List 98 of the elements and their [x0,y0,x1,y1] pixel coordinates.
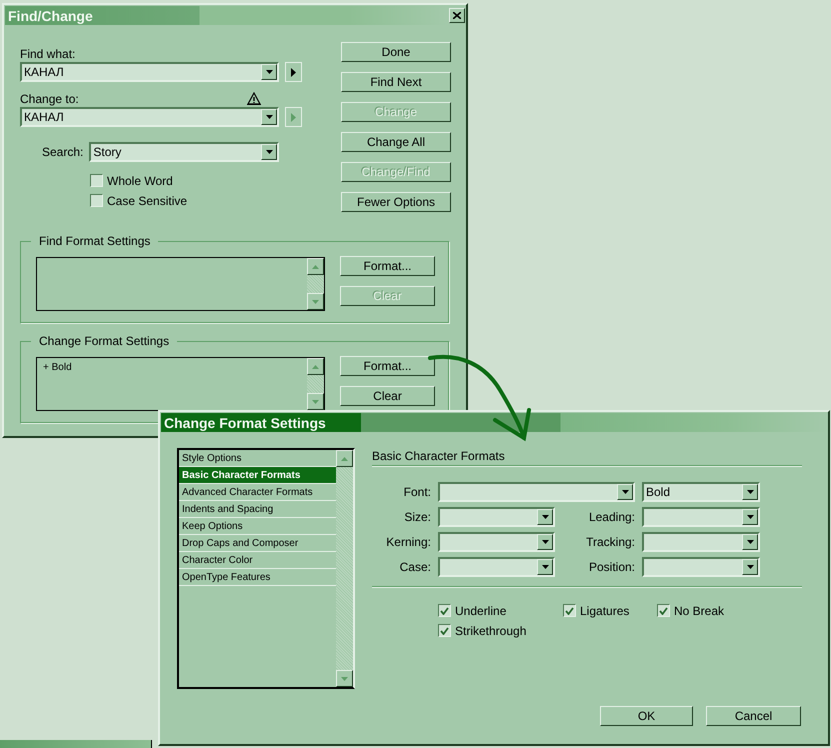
check-icon [659,606,668,614]
right-arrow-icon [291,68,296,76]
down-arrow-icon [542,565,548,569]
checkbox[interactable] [563,604,576,617]
checkbox-label: Strikethrough [455,624,526,636]
down-arrow-icon [312,400,319,404]
value-dropdown[interactable] [642,507,760,527]
field-label: Change to: [20,93,79,105]
dropdown-button[interactable] [537,509,553,525]
dropdown-button[interactable] [261,64,277,80]
checkbox[interactable] [90,174,103,187]
check-icon [440,626,449,634]
checkbox-label: Ligatures [580,604,630,616]
value-dropdown[interactable] [642,557,760,577]
down-arrow-icon [341,676,348,680]
text-field[interactable]: КАНАЛ [20,107,279,127]
checkbox-label: Underline [455,604,506,616]
scroll-up-button[interactable] [336,450,353,467]
up-arrow-icon [312,364,319,368]
value-dropdown[interactable] [438,532,555,552]
dropdown-button[interactable] [742,484,758,500]
field-label: Size: [403,511,431,523]
field-label: Font: [402,486,431,498]
close-icon [453,12,461,19]
checkbox[interactable] [90,194,103,207]
down-arrow-icon [746,490,754,494]
field-label: Case: [398,561,431,573]
checkbox[interactable] [438,604,451,617]
scroll-up-button[interactable] [307,358,324,375]
dialog-button[interactable]: Format... [340,256,435,276]
field-label: Tracking: [585,536,635,548]
scroll-down-button[interactable] [307,393,324,410]
check-icon [440,606,449,614]
down-arrow-icon [542,515,548,519]
dialog-button[interactable]: Find Next [341,72,451,92]
dropdown-button[interactable] [537,534,553,550]
value-dropdown[interactable] [438,557,555,577]
scrollbar[interactable] [307,258,324,310]
format-entry: + Bold [43,363,73,373]
scroll-up-button[interactable] [307,258,324,275]
down-arrow-icon [266,70,272,74]
up-arrow-icon [312,264,319,268]
dropdown-button[interactable] [261,109,277,125]
dropdown-button[interactable] [742,534,758,550]
scroll-down-button[interactable] [336,670,353,687]
search-label: Search: [42,146,84,158]
field-label: Kerning: [385,536,431,548]
section-title: Basic Character Formats [372,448,506,464]
warning-icon [246,92,261,105]
dialog-button[interactable]: Clear [340,386,435,406]
value-dropdown[interactable] [642,532,760,552]
dialog-button[interactable]: Cancel [706,706,801,726]
category-list[interactable]: Style Options Basic Character Formats Advanced Character Formats Indents and Spacing Keep Options Drop Caps and Composer Character Color OpenType Features [177,448,355,689]
dropdown-button[interactable] [617,484,633,500]
dialog-button[interactable]: OK [600,706,693,726]
down-arrow-icon [312,300,319,304]
check-icon [565,606,574,614]
up-arrow-icon [341,456,348,460]
field-label: Find what: [20,48,76,60]
window-title: Find/Change [7,8,93,22]
right-arrow-icon [291,112,296,122]
checkbox[interactable] [438,624,451,637]
list-box[interactable] [36,257,325,311]
dropdown-button[interactable] [742,559,758,575]
search-dropdown[interactable]: Story [89,142,280,162]
group-legend: Find Format Settings [31,234,158,249]
dialog-button[interactable]: Done [341,42,451,62]
font-style-dropdown[interactable]: Bold [642,482,760,502]
checkbox[interactable] [657,604,670,617]
field-label: Leading: [588,511,635,523]
dropdown-button[interactable] [261,144,278,160]
menu-arrow-button[interactable] [285,62,302,82]
field-label: Position: [588,561,635,573]
value-dropdown[interactable] [438,507,555,527]
dropdown-button[interactable] [537,559,553,575]
dialog-button[interactable]: Change All [341,132,451,152]
down-arrow-icon [266,150,273,154]
down-arrow-icon [622,490,628,494]
dropdown-button[interactable] [742,509,758,525]
font-dropdown[interactable] [438,482,635,502]
dialog-button[interactable]: Format... [340,356,435,376]
close-button[interactable] [449,8,465,23]
checkbox-label: Case Sensitive [107,194,188,206]
down-arrow-icon [746,565,754,569]
checkbox-label: No Break [674,604,724,616]
scrollbar[interactable] [336,450,353,687]
down-arrow-icon [746,515,754,519]
scroll-down-button[interactable] [307,293,324,310]
down-arrow-icon [266,115,272,119]
category-item[interactable]: Basic Character Formats [179,467,336,484]
checkbox-label: Whole Word [107,174,173,186]
window-title: Change Format Settings [163,416,326,430]
text-field[interactable]: КАНАЛ [20,62,279,82]
dialog-button[interactable]: Fewer Options [341,192,451,212]
scrollbar[interactable] [307,358,324,410]
down-arrow-icon [542,540,548,544]
group-legend: Change Format Settings [31,334,178,349]
down-arrow-icon [746,540,754,544]
